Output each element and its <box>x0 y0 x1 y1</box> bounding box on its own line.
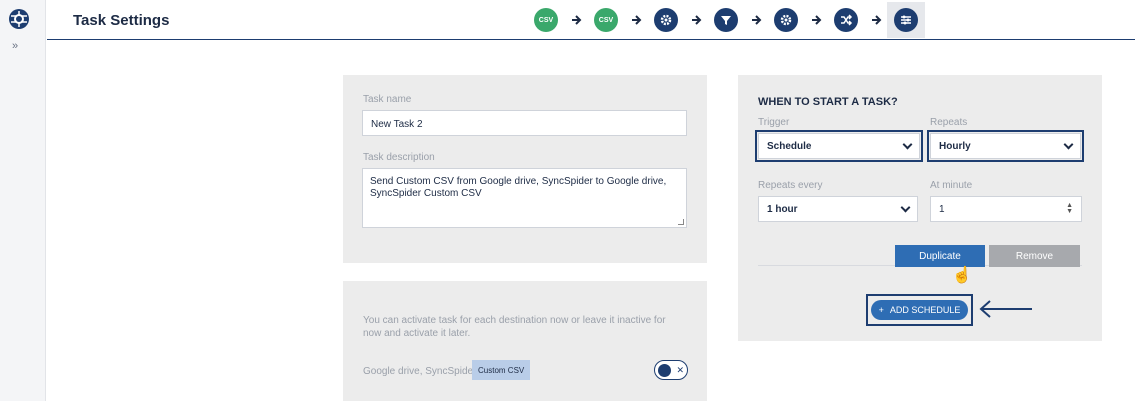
at-minute-value: 1 <box>939 203 945 215</box>
arrow-right-icon <box>625 14 647 26</box>
gear-icon <box>774 8 798 32</box>
hand-cursor-icon: ☝ <box>952 267 972 284</box>
page-title: Task Settings <box>73 12 170 29</box>
expand-sidebar-button[interactable]: » <box>12 40 18 52</box>
task-name-input[interactable]: New Task 2 <box>362 110 687 136</box>
task-description-textarea[interactable]: Send Custom CSV from Google drive, SyncS… <box>362 168 687 228</box>
destination-label: Google drive, SyncSpider <box>363 366 477 377</box>
step-task-settings[interactable] <box>887 2 925 38</box>
step-settings-2[interactable] <box>767 2 805 38</box>
arrow-right-icon <box>745 14 767 26</box>
schedule-title: WHEN TO START A TASK? <box>758 96 898 108</box>
shuffle-icon <box>834 8 858 32</box>
duplicate-button[interactable]: Duplicate <box>895 245 985 267</box>
activate-panel: You can activate task for each destinati… <box>343 281 707 401</box>
add-schedule-label: ADD SCHEDULE <box>889 305 961 315</box>
repeats-every-select[interactable]: 1 hour <box>758 196 918 222</box>
at-minute-input[interactable]: 1 ▲ ▼ <box>930 196 1082 222</box>
step-destination[interactable]: CSV <box>587 2 625 38</box>
task-steps: CSV CSV <box>527 2 925 38</box>
remove-button[interactable]: Remove <box>989 245 1080 267</box>
chevron-down-icon <box>902 139 913 149</box>
arrow-right-icon <box>685 14 707 26</box>
trigger-select[interactable]: Schedule <box>755 130 923 162</box>
repeats-every-label: Repeats every <box>758 180 823 191</box>
arrow-right-icon <box>805 14 827 26</box>
arrow-right-icon <box>565 14 587 26</box>
activate-toggle[interactable]: ✕ <box>654 360 688 380</box>
step-settings[interactable] <box>647 2 685 38</box>
add-schedule-button[interactable]: + ADD SCHEDULE <box>870 300 969 320</box>
stepper-icon[interactable]: ▲ ▼ <box>1066 202 1073 215</box>
repeats-label: Repeats <box>930 117 968 128</box>
repeats-every-value: 1 hour <box>767 203 798 215</box>
trigger-label: Trigger <box>758 117 790 128</box>
close-icon: ✕ <box>676 364 684 375</box>
step-mapping[interactable] <box>827 2 865 38</box>
activate-info-text: You can activate task for each destinati… <box>363 315 666 339</box>
chevron-down-icon <box>1063 139 1074 149</box>
task-description-text: Send Custom CSV from Google drive, SyncS… <box>370 176 667 199</box>
toggle-knob <box>658 363 671 377</box>
destination-tag: Custom CSV <box>472 360 531 380</box>
filter-icon <box>714 8 738 32</box>
main-content: Task name New Task 2 Task description Se… <box>47 41 1135 401</box>
resize-handle[interactable] <box>678 219 684 225</box>
task-details-panel: Task name New Task 2 Task description Se… <box>343 75 707 263</box>
pointer-arrow-icon <box>979 300 1032 318</box>
repeats-select[interactable]: Hourly <box>927 130 1084 162</box>
at-minute-label: At minute <box>930 180 973 191</box>
top-bar: Task Settings CSV CSV <box>47 0 1135 40</box>
spider-logo-icon[interactable] <box>8 8 30 30</box>
chevron-down-icon <box>900 202 911 212</box>
sliders-icon <box>894 8 918 32</box>
csv-icon: CSV <box>594 8 618 32</box>
plus-icon: + <box>878 305 884 315</box>
add-schedule-highlight: + ADD SCHEDULE <box>866 294 973 326</box>
sidebar: » <box>0 0 46 401</box>
task-description-label: Task description <box>363 152 435 163</box>
step-filter[interactable] <box>707 2 745 38</box>
task-name-label: Task name <box>363 94 412 105</box>
arrow-right-icon <box>865 14 887 26</box>
repeats-value: Hourly <box>939 140 971 152</box>
schedule-panel: WHEN TO START A TASK? Trigger Schedule R… <box>738 75 1102 341</box>
step-source[interactable]: CSV <box>527 2 565 38</box>
gear-icon <box>654 8 678 32</box>
trigger-value: Schedule <box>767 140 812 152</box>
csv-icon: CSV <box>534 8 558 32</box>
